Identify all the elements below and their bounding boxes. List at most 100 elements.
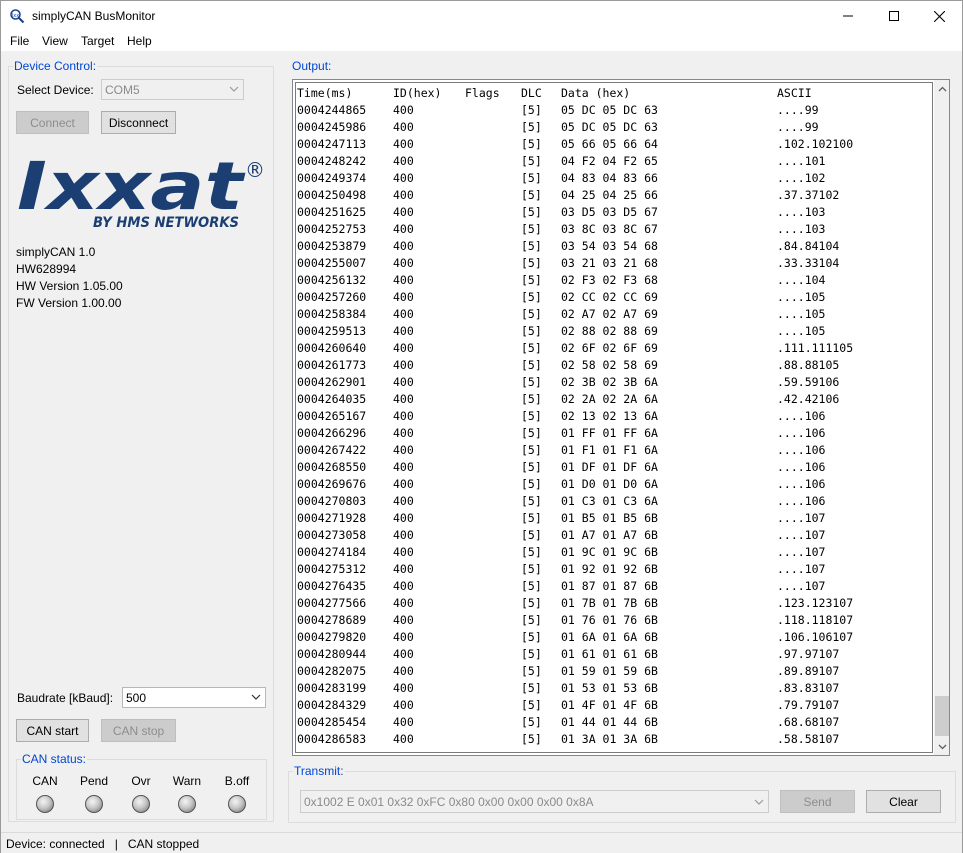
minimize-icon (843, 15, 853, 17)
menu-file[interactable]: File (10, 34, 29, 48)
output-row[interactable]: 0004274184 400 [5] 01 9C 01 9C 6B ....107 (296, 544, 932, 561)
output-cell-data: 02 A7 02 A7 69 (561, 307, 658, 321)
output-cell-data: 01 C3 01 C3 6A (561, 494, 658, 508)
output-row[interactable]: 0004276435 400 [5] 01 87 01 87 6B ....107 (296, 578, 932, 595)
output-cell-id: 400 (393, 188, 414, 202)
scroll-up-button[interactable] (934, 80, 949, 97)
minimize-button[interactable] (825, 1, 871, 31)
output-row[interactable]: 0004247113 400 [5] 05 66 05 66 64 .102.10210… (296, 136, 932, 153)
output-cell-time: 0004249374 (297, 171, 367, 185)
output-row[interactable]: 0004253879 400 [5] 03 54 03 54 68 .84.84104 (296, 238, 932, 255)
output-cell-ascii: ....107 (777, 528, 826, 542)
connect-button[interactable]: Connect (16, 111, 89, 134)
output-row[interactable]: 0004267422 400 [5] 01 F1 01 F1 6A ....106 (296, 442, 932, 459)
output-cell-id: 400 (393, 545, 414, 559)
output-cell-ascii: .37.37102 (777, 188, 840, 202)
output-row[interactable]: 0004257260 400 [5] 02 CC 02 CC 69 ....105 (296, 289, 932, 306)
menu-help[interactable]: Help (127, 34, 152, 48)
transmit-message-select[interactable]: 0x1002 E 0x01 0x32 0xFC 0x80 0x00 0x00 0… (300, 790, 769, 813)
output-cell-id: 400 (393, 392, 414, 406)
output-cell-time: 0004261773 (297, 358, 367, 372)
output-cell-id: 400 (393, 137, 414, 151)
menu-bar: File View Target Help (1, 31, 962, 51)
output-list[interactable]: Time(ms) ID(hex) Flags DLC Data (hex) AS… (295, 82, 933, 753)
output-cell-id: 400 (393, 596, 414, 610)
output-cell-time: 0004286583 (297, 732, 367, 746)
output-row[interactable]: 0004283199 400 [5] 01 53 01 53 6B .83.83107 (296, 680, 932, 697)
output-cell-time: 0004277566 (297, 596, 367, 610)
baudrate-label: Baudrate [kBaud]: (17, 691, 114, 705)
output-row[interactable]: 0004268550 400 [5] 01 DF 01 DF 6A ....106 (296, 459, 932, 476)
can-stop-button[interactable]: CAN stop (101, 719, 176, 742)
output-cell-data: 05 DC 05 DC 63 (561, 103, 658, 117)
output-row[interactable]: 0004275312 400 [5] 01 92 01 92 6B ....107 (296, 561, 932, 578)
menu-view[interactable]: View (42, 34, 68, 48)
output-cell-time: 0004256132 (297, 273, 367, 287)
output-cell-data: 01 59 01 59 6B (561, 664, 658, 678)
scroll-down-button[interactable] (934, 738, 949, 755)
svg-text:Ixx: Ixx (12, 13, 19, 19)
scroll-thumb[interactable] (935, 696, 949, 736)
output-row[interactable]: 0004277566 400 [5] 01 7B 01 7B 6B .123.12310… (296, 595, 932, 612)
output-cell-ascii: ....104 (777, 273, 826, 287)
output-cell-id: 400 (393, 477, 414, 491)
output-cell-id: 400 (393, 494, 414, 508)
output-cell-dlc: [5] (521, 443, 542, 457)
output-cell-ascii: .58.58107 (777, 732, 840, 746)
output-row[interactable]: 0004249374 400 [5] 04 83 04 83 66 ....102 (296, 170, 932, 187)
output-row[interactable]: 0004256132 400 [5] 02 F3 02 F3 68 ....104 (296, 272, 932, 289)
device-select-value: COM5 (105, 83, 140, 97)
output-row[interactable]: 0004282075 400 [5] 01 59 01 59 6B .89.89107 (296, 663, 932, 680)
led-label-pend: Pend (79, 774, 109, 788)
output-row[interactable]: 0004279820 400 [5] 01 6A 01 6A 6B .106.10610… (296, 629, 932, 646)
output-row[interactable]: 0004270803 400 [5] 01 C3 01 C3 6A ....106 (296, 493, 932, 510)
output-cell-data: 01 61 01 61 6B (561, 647, 658, 661)
output-cell-ascii: .106.106107 (777, 630, 854, 644)
output-cell-time: 0004275312 (297, 562, 367, 576)
output-row[interactable]: 0004284329 400 [5] 01 4F 01 4F 6B .79.79107 (296, 697, 932, 714)
output-row[interactable]: 0004271928 400 [5] 01 B5 01 B5 6B ....107 (296, 510, 932, 527)
output-row[interactable]: 0004266296 400 [5] 01 FF 01 FF 6A ....106 (296, 425, 932, 442)
output-row[interactable]: 0004269676 400 [5] 01 D0 01 D0 6A ....106 (296, 476, 932, 493)
output-row[interactable]: 0004262901 400 [5] 02 3B 02 3B 6A .59.59106 (296, 374, 932, 391)
output-header: Time(ms) ID(hex) Flags DLC Data (hex) AS… (296, 85, 932, 102)
close-button[interactable] (916, 1, 962, 31)
output-cell-ascii: .33.33104 (777, 256, 840, 270)
baudrate-select[interactable]: 500 (122, 687, 266, 708)
output-cell-ascii: ....106 (777, 477, 826, 491)
output-row[interactable]: 0004285454 400 [5] 01 44 01 44 6B .68.68107 (296, 714, 932, 731)
output-cell-time: 0004274184 (297, 545, 367, 559)
output-row[interactable]: 0004248242 400 [5] 04 F2 04 F2 65 ....101 (296, 153, 932, 170)
disconnect-button[interactable]: Disconnect (101, 111, 176, 134)
clear-button[interactable]: Clear (866, 790, 941, 813)
output-cell-data: 02 58 02 58 69 (561, 358, 658, 372)
output-cell-ascii: ....103 (777, 222, 826, 236)
output-row[interactable]: 0004252753 400 [5] 03 8C 03 8C 67 ....103 (296, 221, 932, 238)
output-cell-data: 01 6A 01 6A 6B (561, 630, 658, 644)
output-cell-dlc: [5] (521, 647, 542, 661)
output-scrollbar[interactable] (934, 80, 949, 755)
menu-target[interactable]: Target (81, 34, 114, 48)
output-row[interactable]: 0004251625 400 [5] 03 D5 03 D5 67 ....103 (296, 204, 932, 221)
output-row[interactable]: 0004245986 400 [5] 05 DC 05 DC 63 ....99 (296, 119, 932, 136)
can-start-button[interactable]: CAN start (16, 719, 89, 742)
device-select[interactable]: COM5 (101, 79, 244, 100)
send-button[interactable]: Send (780, 790, 855, 813)
output-row[interactable]: 0004250498 400 [5] 04 25 04 25 66 .37.37102 (296, 187, 932, 204)
output-row[interactable]: 0004265167 400 [5] 02 13 02 13 6A ....106 (296, 408, 932, 425)
output-row[interactable]: 0004258384 400 [5] 02 A7 02 A7 69 ....105 (296, 306, 932, 323)
status-bar: Device: connected | CAN stopped (1, 832, 962, 853)
output-row[interactable]: 0004286583 400 [5] 01 3A 01 3A 6B .58.58107 (296, 731, 932, 748)
output-cell-time: 0004257260 (297, 290, 367, 304)
output-row[interactable]: 0004264035 400 [5] 02 2A 02 2A 6A .42.42106 (296, 391, 932, 408)
output-cell-time: 0004264035 (297, 392, 367, 406)
maximize-button[interactable] (871, 1, 917, 31)
output-row[interactable]: 0004259513 400 [5] 02 88 02 88 69 ....105 (296, 323, 932, 340)
output-row[interactable]: 0004280944 400 [5] 01 61 01 61 6B .97.97107 (296, 646, 932, 663)
output-row[interactable]: 0004244865 400 [5] 05 DC 05 DC 63 ....99 (296, 102, 932, 119)
output-row[interactable]: 0004278689 400 [5] 01 76 01 76 6B .118.11810… (296, 612, 932, 629)
output-row[interactable]: 0004261773 400 [5] 02 58 02 58 69 .88.88105 (296, 357, 932, 374)
output-row[interactable]: 0004260640 400 [5] 02 6F 02 6F 69 .111.11110… (296, 340, 932, 357)
output-row[interactable]: 0004255007 400 [5] 03 21 03 21 68 .33.33104 (296, 255, 932, 272)
output-row[interactable]: 0004273058 400 [5] 01 A7 01 A7 6B ....107 (296, 527, 932, 544)
